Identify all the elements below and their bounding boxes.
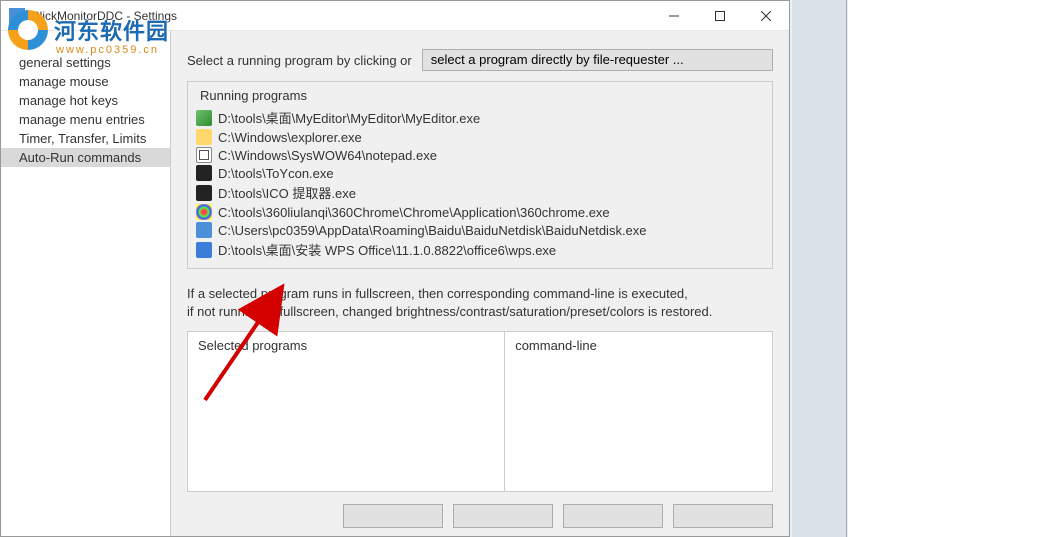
- info-line1: If a selected program runs in fullscreen…: [187, 286, 688, 301]
- selected-programs-table: Selected programs command-line: [187, 331, 773, 492]
- program-row[interactable]: C:\Windows\SysWOW64\notepad.exe: [196, 146, 764, 164]
- program-row[interactable]: D:\tools\ICO 提取器.exe: [196, 182, 764, 203]
- main-panel: Select a running program by clicking or …: [171, 31, 789, 536]
- dialog-button-3[interactable]: [563, 504, 663, 528]
- sidebar-item-menu[interactable]: manage menu entries: [1, 110, 170, 129]
- minimize-button[interactable]: [651, 1, 697, 31]
- window-title: ClickMonitorDDC - Settings: [31, 9, 177, 23]
- running-programs-group: Running programs D:\tools\桌面\MyEditor\My…: [187, 81, 773, 269]
- info-text: If a selected program runs in fullscreen…: [187, 285, 773, 321]
- program-icon: [196, 185, 212, 201]
- running-programs-legend: Running programs: [196, 88, 764, 103]
- col-selected-programs[interactable]: Selected programs: [188, 332, 505, 491]
- sidebar-item-hotkeys[interactable]: manage hot keys: [1, 91, 170, 110]
- program-row[interactable]: D:\tools\ToYcon.exe: [196, 164, 764, 182]
- close-button[interactable]: [743, 1, 789, 31]
- settings-sidebar: general settings manage mouse manage hot…: [1, 31, 171, 536]
- window-body: general settings manage mouse manage hot…: [1, 31, 789, 536]
- col-command-line[interactable]: command-line: [505, 332, 772, 491]
- sidebar-item-timer[interactable]: Timer, Transfer, Limits: [1, 129, 170, 148]
- program-row[interactable]: D:\tools\桌面\MyEditor\MyEditor\MyEditor.e…: [196, 107, 764, 128]
- editor-blank: [848, 0, 1063, 537]
- program-path: D:\tools\桌面\MyEditor\MyEditor\MyEditor.e…: [218, 108, 480, 127]
- dialog-button-2[interactable]: [453, 504, 553, 528]
- close-icon: [761, 11, 771, 21]
- program-path: C:\Windows\SysWOW64\notepad.exe: [218, 148, 437, 163]
- select-program-label: Select a running program by clicking or: [187, 53, 412, 68]
- program-row[interactable]: D:\tools\桌面\安装 WPS Office\11.1.0.8822\of…: [196, 239, 764, 260]
- window-controls: [651, 1, 789, 31]
- program-row[interactable]: C:\Windows\explorer.exe: [196, 128, 764, 146]
- program-path: D:\tools\ToYcon.exe: [218, 166, 334, 181]
- program-icon: [196, 204, 212, 220]
- program-path: D:\tools\桌面\安装 WPS Office\11.1.0.8822\of…: [218, 240, 556, 259]
- file-requester-button[interactable]: select a program directly by file-reques…: [422, 49, 773, 71]
- dialog-button-4[interactable]: [673, 504, 773, 528]
- program-path: C:\tools\360liulanqi\360Chrome\Chrome\Ap…: [218, 205, 610, 220]
- maximize-icon: [715, 11, 725, 21]
- program-path: C:\Users\pc0359\AppData\Roaming\Baidu\Ba…: [218, 223, 647, 238]
- info-line2: if not running in fullscreen, changed br…: [187, 304, 712, 319]
- program-row[interactable]: C:\tools\360liulanqi\360Chrome\Chrome\Ap…: [196, 203, 764, 221]
- select-program-row: Select a running program by clicking or …: [187, 49, 773, 71]
- program-icon: [196, 110, 212, 126]
- app-icon: [9, 8, 25, 24]
- editor-gutter: [792, 0, 847, 537]
- settings-window: ClickMonitorDDC - Settings general setti…: [0, 0, 790, 537]
- dialog-button-1[interactable]: [343, 504, 443, 528]
- sidebar-item-mouse[interactable]: manage mouse: [1, 72, 170, 91]
- program-icon: [196, 222, 212, 238]
- window-titlebar: ClickMonitorDDC - Settings: [1, 1, 789, 31]
- program-path: C:\Windows\explorer.exe: [218, 130, 362, 145]
- program-icon: [196, 165, 212, 181]
- program-path: D:\tools\ICO 提取器.exe: [218, 183, 356, 202]
- minimize-icon: [669, 11, 679, 21]
- sidebar-item-general[interactable]: general settings: [1, 53, 170, 72]
- program-icon: [196, 147, 212, 163]
- program-row[interactable]: C:\Users\pc0359\AppData\Roaming\Baidu\Ba…: [196, 221, 764, 239]
- dialog-buttons: [187, 492, 773, 528]
- sidebar-item-autorun[interactable]: Auto-Run commands: [1, 148, 170, 167]
- program-icon: [196, 129, 212, 145]
- running-programs-list: D:\tools\桌面\MyEditor\MyEditor\MyEditor.e…: [196, 107, 764, 260]
- maximize-button[interactable]: [697, 1, 743, 31]
- program-icon: [196, 242, 212, 258]
